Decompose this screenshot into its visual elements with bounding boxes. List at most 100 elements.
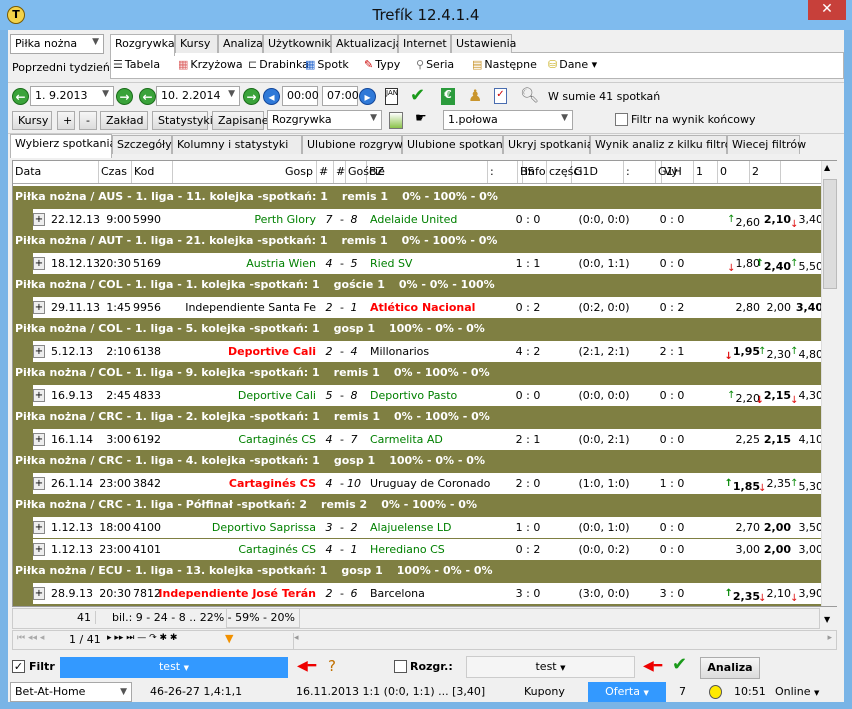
filter-final-checkbox[interactable] xyxy=(615,113,628,126)
analiza-button[interactable]: Analiza xyxy=(700,657,760,679)
expand-plus-icon[interactable]: + xyxy=(33,433,45,446)
menu-tab-5[interactable]: Internet xyxy=(398,34,451,53)
toolbar-tabela[interactable]: ☰ Tabela xyxy=(113,58,160,71)
close-button[interactable]: ✕ xyxy=(808,0,846,20)
oferta-button[interactable]: Oferta ▼ xyxy=(588,682,666,702)
toolbar-dane[interactable]: ⛁ Dane ▾ xyxy=(548,58,597,71)
odds-0[interactable]: 2,00 xyxy=(764,539,791,560)
time-reset-icon[interactable]: ◂ xyxy=(263,88,280,105)
subtab-0[interactable]: Wybierz spotkania xyxy=(10,134,116,158)
subtab-7[interactable]: Wiecej filtrów xyxy=(727,135,806,154)
group-header[interactable]: Piłka nożna / COL - 1. liga - 1. kolejka… xyxy=(13,274,821,296)
toolbar-typy[interactable]: ✎ Typy xyxy=(364,58,400,71)
kupony-button[interactable]: Kupony xyxy=(524,681,565,703)
table-row[interactable]: +22.12.13 9:00 5990 Perth Glory 7-8 Adelaide … xyxy=(33,208,823,230)
column-header-18[interactable]: 2 xyxy=(750,161,781,183)
red-arrow-icon-2[interactable]: ◀━ xyxy=(643,658,662,674)
table-row[interactable]: +5.12.13 2:10 6138 Deportive Cali 2-4 Millona… xyxy=(33,340,823,362)
statystyki-button[interactable]: Statystyki xyxy=(152,111,213,130)
column-header-7[interactable]: BZ xyxy=(367,161,488,183)
menu-tab-2[interactable]: Analiza xyxy=(218,34,263,53)
toolbar-drabinka[interactable]: ⊏ Drabinka xyxy=(248,58,309,71)
checklist-icon[interactable]: ✓ xyxy=(494,88,507,104)
menu-tab-3[interactable]: Użytkownik xyxy=(263,34,331,53)
rozgr-checkbox[interactable] xyxy=(394,660,407,673)
expand-plus-icon[interactable]: + xyxy=(33,543,45,556)
column-header-0[interactable]: Data xyxy=(13,161,99,183)
expand-plus-icon[interactable]: + xyxy=(33,587,45,600)
expand-plus-icon[interactable]: + xyxy=(33,389,45,402)
group-header[interactable]: Piłka nożna / AUS - 1. liga - 11. kolejk… xyxy=(13,186,821,208)
toolbar-spotk[interactable]: ▦ Spotk xyxy=(305,58,349,71)
horizontal-scrollbar[interactable]: ◂ ▸ xyxy=(293,633,838,649)
time-from-field[interactable]: 00:00 xyxy=(282,86,319,106)
odds-2[interactable]: 4,10 xyxy=(799,429,824,450)
odds-2[interactable]: 3,00 xyxy=(799,539,824,560)
date-from-picker[interactable]: 1. 9.2013 ▼ xyxy=(30,86,114,106)
toolbar-krzyżowa[interactable]: ▦ Krzyżowa xyxy=(178,58,243,71)
column-header-10[interactable]: info xyxy=(523,161,547,183)
joystick-icon[interactable]: ♟ xyxy=(468,86,482,105)
odds-1[interactable]: 2,70 xyxy=(736,517,761,538)
column-header-16[interactable]: 1 xyxy=(694,161,718,183)
odds-1[interactable]: 3,00 xyxy=(736,539,761,560)
date-to-picker[interactable]: 10. 2.2014 ▼ xyxy=(156,86,240,106)
half-select[interactable]: 1.połowa ▼ xyxy=(443,110,573,130)
export-icon[interactable] xyxy=(389,112,403,129)
odds-0[interactable]: 2,00 xyxy=(767,297,792,318)
odds-1[interactable]: 2,80 xyxy=(736,297,761,318)
menu-tab-0[interactable]: Rozgrywka xyxy=(110,34,175,56)
column-header-13[interactable]: : xyxy=(624,161,656,183)
scrollbar-thumb[interactable] xyxy=(823,179,837,289)
next-date-to-icon[interactable]: → xyxy=(243,88,260,105)
menu-tab-6[interactable]: Ustawienia xyxy=(451,34,516,53)
odds-0[interactable]: 2,00 xyxy=(764,517,791,538)
group-header[interactable]: Piłka nożna / CRC - 1. liga - 2. kolejka… xyxy=(13,406,821,428)
column-header-8[interactable]: : xyxy=(488,161,518,183)
red-arrow-icon[interactable]: ◀━ xyxy=(297,658,316,674)
prev-date-to-icon[interactable]: ← xyxy=(139,88,156,105)
expand-plus-icon[interactable]: + xyxy=(33,521,45,534)
menu-tab-4[interactable]: Aktualizacja xyxy=(331,34,402,53)
expand-plus-icon[interactable]: + xyxy=(33,257,45,270)
odds-2[interactable]: 3,40 xyxy=(796,297,823,318)
table-row[interactable]: +16.9.13 2:45 4833 Deportive Cali 5-8 Deporti… xyxy=(33,384,823,406)
odds-0[interactable]: 2,15 xyxy=(764,429,791,450)
odds-1[interactable]: 2,25 xyxy=(736,429,761,450)
subtab-3[interactable]: Ulubione rozgrywki xyxy=(302,135,412,154)
column-header-5[interactable]: # xyxy=(334,161,346,183)
column-header-15[interactable]: Vy xyxy=(662,161,694,183)
group-header[interactable]: Piłka nożna / COL - 1. liga - 9. kolejka… xyxy=(13,362,821,384)
next-date-icon[interactable]: → xyxy=(116,88,133,105)
column-header-12[interactable]: G1D xyxy=(572,161,624,183)
rozgr-dropdown[interactable]: test ▼ xyxy=(466,656,635,678)
table-row[interactable]: +28.9.13 20:30 7812 Independiente José Terá… xyxy=(33,582,823,604)
nav-next-icon[interactable]: ▸ ▸▸ ⏭ — ↷ ✱ ✱ xyxy=(107,633,177,643)
filter-checkbox[interactable]: ✓ xyxy=(12,660,25,673)
subtab-5[interactable]: Ukryj spotkania xyxy=(503,135,593,154)
period-select[interactable]: Poprzedni tydzień ▼ xyxy=(12,61,120,74)
zaklad-button[interactable]: Zakład xyxy=(100,111,148,130)
scroll-up-icon[interactable]: ▲ xyxy=(824,163,830,172)
zapisane-button[interactable]: Zapisane xyxy=(212,111,269,130)
kursy-button[interactable]: Kursy xyxy=(12,111,52,130)
time-next-icon[interactable]: ▸ xyxy=(359,88,376,105)
mode-select[interactable]: Rozgrywka ▼ xyxy=(267,110,382,130)
magnifier-icon[interactable]: 🔍︎ xyxy=(520,86,539,104)
column-header-3[interactable]: Gosp xyxy=(173,161,317,183)
column-header-17[interactable]: 0 xyxy=(718,161,750,183)
time-to-field[interactable]: 07:00 xyxy=(322,86,359,106)
minus-button[interactable]: - xyxy=(79,111,97,130)
column-header-6[interactable]: Goście xyxy=(346,161,385,183)
group-header[interactable]: Piłka nożna / COL - 1. liga - 5. kolejka… xyxy=(13,318,821,340)
subtab-6[interactable]: Wynik analiz z kilku filtrów xyxy=(590,135,740,154)
table-row[interactable]: +16.1.14 3:00 6192 Cartaginés CS 4-7 Carmelit… xyxy=(33,428,824,450)
table-row[interactable]: +1.12.13 18:00 4100 Deportivo Saprissa 3-2 Al… xyxy=(33,516,823,538)
menu-tab-1[interactable]: Kursy xyxy=(175,34,218,53)
column-header-1[interactable]: Czas xyxy=(99,161,132,183)
group-header[interactable]: Piłka nożna / CRC - 1. liga - Półfinał -… xyxy=(13,494,821,516)
plus-button[interactable]: + xyxy=(57,111,75,130)
subtab-1[interactable]: Szczegóły xyxy=(112,135,172,154)
toolbar-następne[interactable]: ▤ Następne xyxy=(472,58,537,71)
filter-dropdown[interactable]: test ▼ xyxy=(60,657,288,678)
